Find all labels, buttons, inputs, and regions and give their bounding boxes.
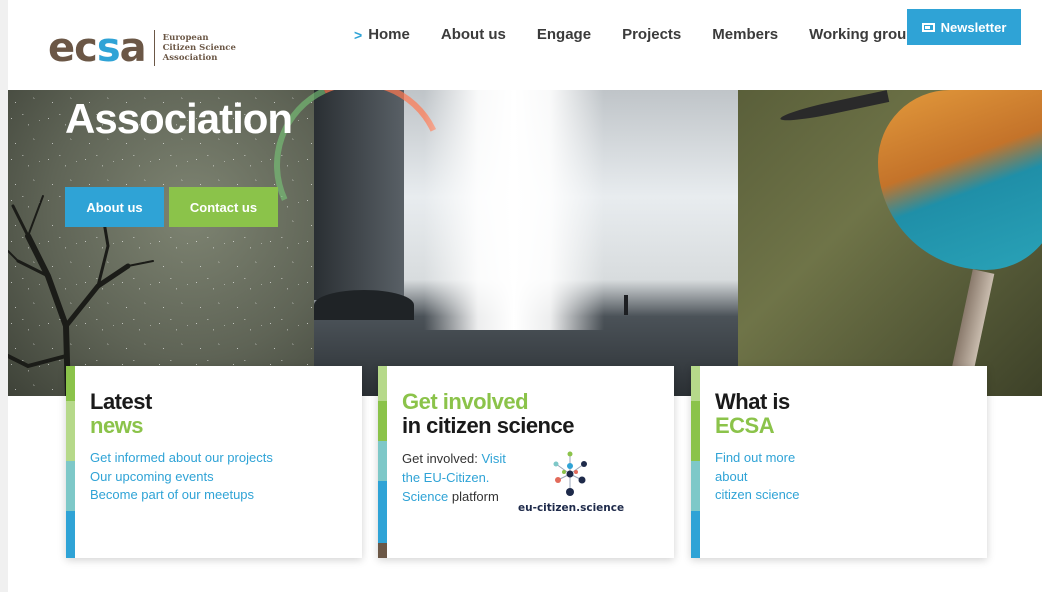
link-citizen-science[interactable]: citizen science (715, 486, 800, 505)
nav-item-members[interactable]: Members (712, 26, 778, 43)
waterfall-shape (424, 90, 604, 330)
hero-banner: Association About us Contact us (8, 90, 1042, 396)
card-title: What is ECSA (715, 390, 790, 438)
eu-citizen-science-logo[interactable]: eu-citizen.science (518, 450, 626, 514)
newsletter-label: Newsletter (940, 19, 1007, 35)
logo-word-part3: a (119, 25, 147, 71)
page-left-strip (0, 0, 8, 592)
card-accent-bar (691, 366, 700, 558)
nav-label-home: Home (368, 26, 410, 43)
card-title: Latest news (90, 390, 152, 438)
nav-label-about-us: About us (440, 26, 506, 43)
logo-subtitle: European Citizen Science Association (163, 33, 236, 63)
logo-divider (153, 30, 155, 66)
card-title-green: ECSA (715, 413, 775, 438)
latest-news-card: Latest news Get informed about our proje… (66, 366, 362, 558)
link-find-out-more[interactable]: Find out more (715, 449, 800, 468)
bird-beak-shape (779, 90, 890, 125)
about-us-button[interactable]: About us (65, 187, 164, 227)
logo-word-part1: ec (48, 25, 98, 71)
hero-image-kingfisher (738, 90, 1042, 396)
newsletter-icon (921, 22, 935, 32)
card-title-dark: Latest (90, 389, 152, 414)
nav-item-projects[interactable]: Projects (622, 26, 681, 43)
card-title-green: Get involved (402, 389, 529, 414)
nav-label-projects: Projects (622, 26, 682, 43)
card-links: Find out more about citizen science (715, 449, 800, 505)
nav-item-home[interactable]: > Home (354, 26, 410, 43)
link-upcoming-events[interactable]: Our upcoming events (90, 468, 273, 487)
main-nav: > Home About us Engage Projects Members … (354, 26, 955, 43)
link-about[interactable]: about (715, 468, 800, 487)
get-involved-card: Get involved in citizen science Get invo… (378, 366, 674, 558)
kingfisher-bird-shape (878, 90, 1042, 270)
card-title-green: news (90, 413, 144, 438)
ecsa-logo[interactable]: ecsa European Citizen Science Associatio… (48, 28, 236, 68)
logo-sub-line1: European (162, 33, 209, 43)
chevron-right-icon: > (354, 26, 363, 43)
person-silhouette (624, 295, 628, 315)
logo-sub-line2: Citizen Science (162, 43, 236, 53)
text-suffix: platform (448, 489, 499, 504)
card-title-dark: in citizen science (402, 413, 574, 438)
card-title-dark: What is (715, 389, 790, 414)
nav-label-members: Members (712, 26, 779, 43)
eu-logo-label: eu-citizen.science (518, 502, 625, 514)
card-accent-bar (378, 366, 387, 558)
network-dots-icon (553, 451, 587, 496)
what-is-ecsa-card: What is ECSA Find out more about citizen… (691, 366, 987, 558)
logo-word-part2: s (96, 25, 121, 71)
logo-wordmark: ecsa (48, 25, 147, 71)
logo-sub-line3: Association (162, 53, 218, 63)
nav-label-engage: Engage (536, 26, 592, 43)
newsletter-button[interactable]: Newsletter (907, 9, 1021, 45)
hero-image-waterfall (250, 90, 738, 396)
contact-us-button[interactable]: Contact us (169, 187, 278, 227)
hero-title: Association (65, 95, 293, 142)
site-header: ecsa European Citizen Science Associatio… (8, 0, 1042, 90)
nav-item-engage[interactable]: Engage (537, 26, 591, 43)
card-accent-bar (66, 366, 75, 558)
rock-shape (314, 290, 414, 320)
card-title: Get involved in citizen science (402, 390, 574, 438)
card-links: Get informed about our projects Our upco… (90, 449, 273, 505)
link-meetups[interactable]: Become part of our meetups (90, 486, 273, 505)
card-description: Get involved: Visit the EU-Citizen. Scie… (402, 449, 520, 506)
text-prefix: Get involved: (402, 451, 482, 466)
link-informed-projects[interactable]: Get informed about our projects (90, 449, 273, 468)
nav-item-about-us[interactable]: About us (441, 26, 506, 43)
